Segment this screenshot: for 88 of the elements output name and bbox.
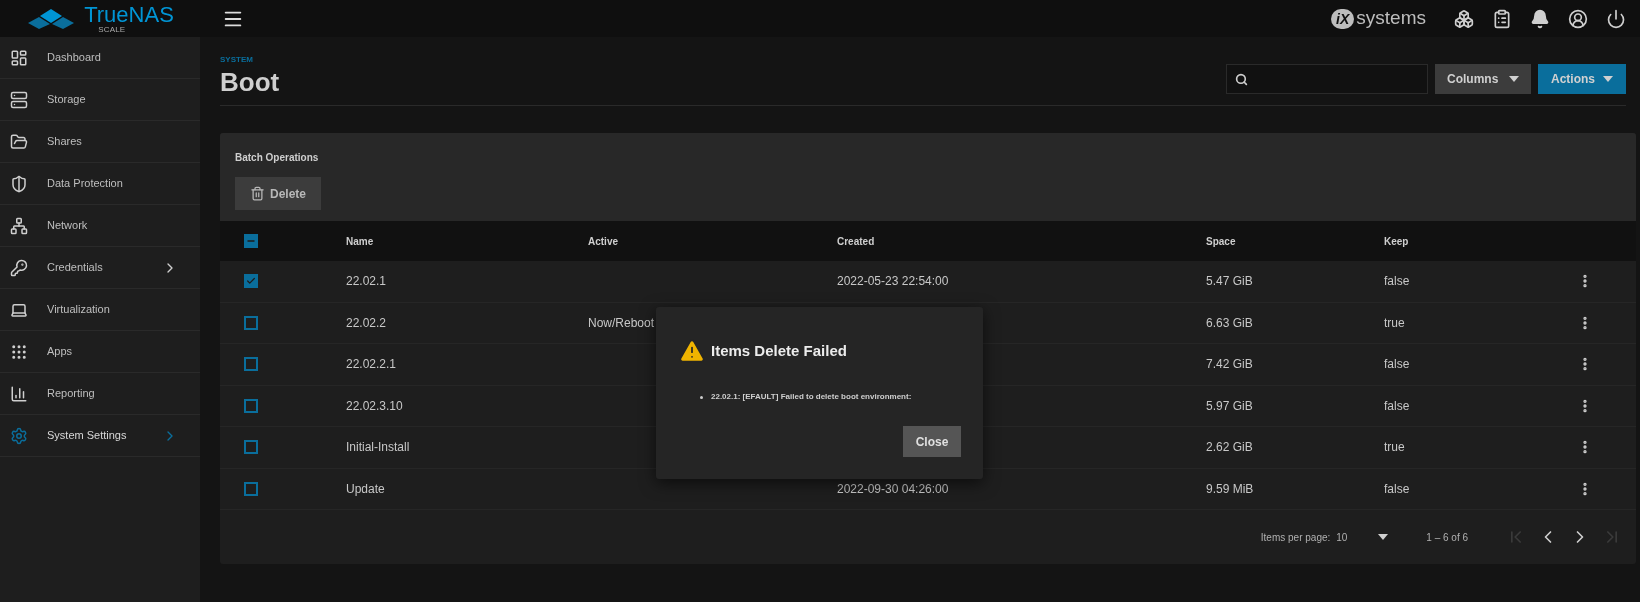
table-cell: 2.62 GiB xyxy=(1206,440,1253,455)
table-cell: 22.02.2.1 xyxy=(346,357,397,372)
vendor-name: systems xyxy=(1356,6,1426,31)
sidebar-label: Network xyxy=(47,218,89,234)
checkbox[interactable] xyxy=(244,274,258,289)
settings-icon xyxy=(10,426,28,445)
column-header[interactable]: Name xyxy=(346,235,374,247)
sidebar-label: Shares xyxy=(47,134,83,150)
folder-icon xyxy=(10,132,28,151)
checkbox[interactable] xyxy=(244,315,258,330)
logo-text: TrueNAS xyxy=(84,3,174,26)
column-header[interactable]: Keep xyxy=(1384,235,1409,247)
page-title: Boot xyxy=(220,66,281,98)
shield-icon xyxy=(10,174,28,193)
dialog-title: Items Delete Failed xyxy=(711,340,847,361)
power-icon[interactable] xyxy=(1606,8,1626,29)
sidebar-item[interactable]: Data Protection xyxy=(0,163,200,205)
trash-icon xyxy=(250,186,265,201)
table-cell: false xyxy=(1384,274,1410,289)
dashboard-icon xyxy=(10,48,28,67)
caret-icon xyxy=(1603,76,1613,82)
table-cell: 22.02.3.10 xyxy=(346,398,403,413)
sidebar-item[interactable]: Virtualization xyxy=(0,289,200,331)
batch-title: Batch Operations xyxy=(235,151,320,165)
table-cell: 7.42 GiB xyxy=(1206,357,1253,372)
table-cell: 22.02.2 xyxy=(346,315,387,330)
edition-label: SCALE xyxy=(98,25,127,34)
caret-icon xyxy=(1378,534,1389,540)
check-icon xyxy=(246,276,256,287)
sidebar-label: Reporting xyxy=(47,386,96,402)
table-cell: Update xyxy=(346,481,385,496)
bullet-icon xyxy=(700,395,703,399)
items-per-page-label: Items per page: xyxy=(1260,530,1331,545)
sidebar-label: System Settings xyxy=(47,428,128,444)
notification-icon[interactable] xyxy=(1530,8,1550,29)
column-header[interactable]: Created xyxy=(837,235,875,247)
bar-chart-icon xyxy=(10,384,28,403)
sidebar-item[interactable]: Shares xyxy=(0,121,200,163)
key-icon xyxy=(10,258,28,277)
sidebar-label: Dashboard xyxy=(47,50,102,66)
checkbox[interactable] xyxy=(244,357,258,372)
table-cell: false xyxy=(1384,357,1410,372)
page-size-select[interactable]: 10 xyxy=(1336,529,1389,545)
user-icon[interactable] xyxy=(1568,8,1588,29)
column-header[interactable]: Space xyxy=(1206,235,1236,247)
table-cell: Now/Reboot xyxy=(588,315,655,330)
sidebar-item[interactable]: Network xyxy=(0,205,200,247)
table-cell: Initial-Install xyxy=(346,440,410,455)
cube-icon[interactable] xyxy=(1454,8,1474,29)
table-cell: false xyxy=(1384,398,1410,413)
error-message: 22.02.1: [EFAULT] Failed to delete boot environment: xyxy=(711,391,912,403)
table-cell: 6.63 GiB xyxy=(1206,315,1253,330)
checkbox[interactable] xyxy=(244,398,258,413)
search-icon xyxy=(1235,72,1248,86)
sidebar-label: Storage xyxy=(47,92,87,108)
table-cell: false xyxy=(1384,481,1410,496)
table-cell: 2022-09-30 04:26:00 xyxy=(837,481,949,496)
table-cell: 5.47 GiB xyxy=(1206,274,1253,289)
sidebar-label: Data Protection xyxy=(47,176,124,192)
network-icon xyxy=(10,216,28,235)
sidebar-item[interactable]: Storage xyxy=(0,79,200,121)
table-cell: true xyxy=(1384,440,1405,455)
actions-button[interactable]: Actions xyxy=(1538,64,1626,94)
grid-icon xyxy=(10,342,28,361)
close-button[interactable]: Close xyxy=(903,426,961,457)
storage-icon xyxy=(10,90,28,109)
table-cell: 5.97 GiB xyxy=(1206,398,1253,413)
checkbox[interactable] xyxy=(244,481,258,496)
sidebar-item[interactable]: Credentials xyxy=(0,247,200,289)
page-range: 1 – 6 of 6 xyxy=(1426,530,1468,545)
table-cell: 9.59 MiB xyxy=(1206,481,1254,496)
search-field[interactable] xyxy=(1226,64,1428,94)
sidebar-label: Virtualization xyxy=(47,302,111,318)
column-header[interactable]: Active xyxy=(588,235,618,247)
delete-button[interactable]: Delete xyxy=(235,177,321,210)
table-cell: 22.02.1 xyxy=(346,274,387,289)
clipboard-icon[interactable] xyxy=(1492,8,1512,29)
sidebar-item[interactable]: Apps xyxy=(0,331,200,373)
vendor-mark: iX xyxy=(1331,8,1355,29)
checkbox[interactable] xyxy=(244,440,258,455)
sidebar-label: Credentials xyxy=(47,260,104,276)
caret-icon xyxy=(1509,76,1519,82)
sidebar-label: Apps xyxy=(47,344,74,360)
table-cell: true xyxy=(1384,315,1405,330)
columns-button[interactable]: Columns xyxy=(1435,64,1531,94)
table-cell: 2022-05-23 22:54:00 xyxy=(837,274,949,289)
sidebar-item[interactable]: Dashboard xyxy=(0,37,200,79)
checkbox[interactable] xyxy=(244,234,258,248)
